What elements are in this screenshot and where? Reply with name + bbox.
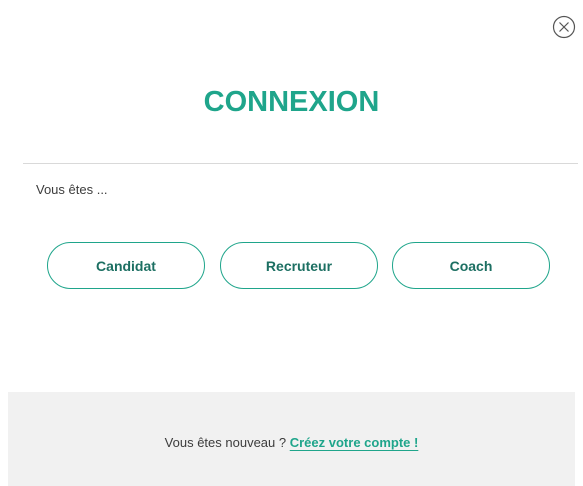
coach-button[interactable]: Coach: [392, 242, 550, 289]
footer-text: Vous êtes nouveau ?: [164, 435, 287, 450]
role-prompt: Vous êtes ...: [36, 182, 108, 197]
recruteur-button[interactable]: Recruteur: [220, 242, 378, 289]
signup-footer: Vous êtes nouveau ? Créez votre compte !: [8, 392, 575, 486]
footer-line: Vous êtes nouveau ? Créez votre compte !: [8, 435, 575, 450]
role-button-group: Candidat Recruteur Coach: [47, 242, 552, 293]
divider: [23, 163, 578, 164]
create-account-link[interactable]: Créez votre compte !: [290, 435, 419, 450]
close-icon: [552, 15, 576, 39]
login-modal: CONNEXION Vous êtes ... Candidat Recrute…: [0, 0, 583, 486]
close-button[interactable]: [552, 15, 576, 39]
modal-title: CONNEXION: [203, 86, 380, 118]
candidat-button[interactable]: Candidat: [47, 242, 205, 289]
